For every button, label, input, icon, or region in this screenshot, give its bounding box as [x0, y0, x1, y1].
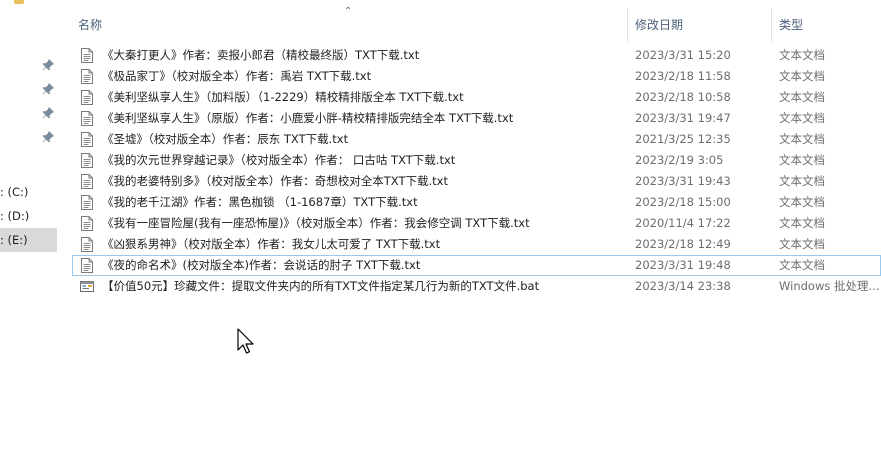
file-name: 《我的老婆特别多》（校对版全本）作者：奇想校对全本TXT下载.txt [102, 174, 448, 188]
file-row[interactable]: 【价值50元】珍藏文件：提取文件夹内的所有TXT文件指定某几行为新的TXT文件.… [72, 276, 881, 297]
file-modified-date: 2023/2/18 10:58 [635, 90, 731, 104]
file-modified-date: 2021/3/25 12:35 [635, 132, 731, 146]
file-name: 《凶狠系男神》（校对版全本）作者：我女儿太可爱了 TXT下载.txt [102, 237, 441, 251]
file-row[interactable]: 《我的次元世界穿越记录》（校对版全本）作者： 口古咕 TXT下载.txt 2023… [72, 150, 881, 171]
file-modified-date: 2023/3/31 15:20 [635, 48, 731, 62]
navigation-pane: : (C:) : (D:) : (E:) [0, 0, 60, 470]
file-type: 文本文档 [779, 237, 825, 251]
file-type: 文本文档 [779, 216, 825, 230]
file-type: 文本文档 [779, 132, 825, 146]
text-file-icon [80, 258, 94, 273]
file-type: 文本文档 [779, 69, 825, 83]
column-header-date[interactable]: 修改日期 [635, 8, 683, 42]
file-modified-date: 2023/3/31 19:48 [635, 258, 731, 272]
file-name: 《我的次元世界穿越记录》（校对版全本）作者： 口古咕 TXT下载.txt [102, 153, 456, 167]
drive-label: : (D:) [0, 209, 30, 223]
file-row[interactable]: 《夜的命名术》(校对版全本)作者：会说话的肘子 TXT下载.txt 2023/3/… [72, 255, 881, 276]
drive-label: : (C:) [0, 185, 29, 199]
file-name: 《大秦打更人》作者：卖报小郎君（精校最终版）TXT下载.txt [102, 48, 420, 62]
file-row[interactable]: 《大秦打更人》作者：卖报小郎君（精校最终版）TXT下载.txt 2023/3/31… [72, 45, 881, 66]
file-name: 《我有一座冒险屋(我有一座恐怖屋)》（校对版全本）作者：我会修空调 TXT下载.… [102, 216, 530, 230]
file-type: 文本文档 [779, 111, 825, 125]
column-header-type[interactable]: 类型 [779, 8, 803, 42]
file-modified-date: 2023/2/18 12:49 [635, 237, 731, 251]
file-type: 文本文档 [779, 174, 825, 188]
file-modified-date: 2023/2/19 3:05 [635, 153, 724, 167]
folder-icon [14, 0, 24, 4]
text-file-icon [80, 111, 94, 126]
pin-icon[interactable] [40, 81, 56, 97]
text-file-icon [80, 132, 94, 147]
text-file-icon [80, 195, 94, 210]
file-row[interactable]: 《美利坚纵享人生》（加料版）（1-2229）精校精排版全本 TXT下载.txt 2… [72, 87, 881, 108]
file-list: 《大秦打更人》作者：卖报小郎君（精校最终版）TXT下载.txt 2023/3/31… [72, 45, 881, 297]
file-modified-date: 2023/3/31 19:43 [635, 174, 731, 188]
file-type: Windows 批处理... [779, 279, 880, 293]
text-file-icon [80, 48, 94, 63]
mouse-cursor-icon [237, 328, 255, 356]
file-name: 《夜的命名术》(校对版全本)作者：会说话的肘子 TXT下载.txt [102, 258, 421, 272]
pin-icon[interactable] [40, 57, 56, 73]
file-modified-date: 2020/11/4 17:22 [635, 216, 731, 230]
drive-label: : (E:) [0, 233, 28, 247]
pin-icon[interactable] [40, 105, 56, 121]
text-file-icon [80, 153, 94, 168]
drive-item-e[interactable]: : (E:) [0, 228, 57, 252]
file-modified-date: 2023/2/18 15:00 [635, 195, 731, 209]
batch-file-icon [80, 279, 94, 294]
file-modified-date: 2023/2/18 11:58 [635, 69, 731, 83]
column-divider[interactable] [627, 8, 628, 42]
drive-item-c[interactable]: : (C:) [0, 180, 57, 204]
drive-item-d[interactable]: : (D:) [0, 204, 57, 228]
file-type: 文本文档 [779, 48, 825, 62]
sort-ascending-icon: ⌃ [344, 6, 353, 17]
text-file-icon [80, 69, 94, 84]
file-type: 文本文档 [779, 195, 825, 209]
file-modified-date: 2023/3/31 19:47 [635, 111, 731, 125]
file-row[interactable]: 《美利坚纵享人生》（原版）作者：小鹿爱小胖-精校精排版完结全本 TXT下载.tx… [72, 108, 881, 129]
text-file-icon [80, 174, 94, 189]
pin-icon[interactable] [40, 129, 56, 145]
text-file-icon [80, 90, 94, 105]
file-explorer-window: : (C:) : (D:) : (E:) ⌃ 名称 修改日期 类型 《大秦打更人… [0, 0, 881, 470]
file-row[interactable]: 《我有一座冒险屋(我有一座恐怖屋)》（校对版全本）作者：我会修空调 TXT下载.… [72, 213, 881, 234]
file-row[interactable]: 《我的老婆特别多》（校对版全本）作者：奇想校对全本TXT下载.txt 2023/3… [72, 171, 881, 192]
file-name: 《我的老千江湖》作者：黑色枷锁 （1-1687章）TXT下载.txt [102, 195, 418, 209]
file-modified-date: 2023/3/14 23:38 [635, 279, 731, 293]
file-name: 《圣墟》（校对版全本）作者：辰东 TXT下载.txt [102, 132, 349, 146]
file-row[interactable]: 《极品家丁》（校对版全本）作者：禹岩 TXT下载.txt 2023/2/18 11… [72, 66, 881, 87]
file-name: 【价值50元】珍藏文件：提取文件夹内的所有TXT文件指定某几行为新的TXT文件.… [102, 279, 540, 293]
file-type: 文本文档 [779, 90, 825, 104]
file-row[interactable]: 《凶狠系男神》（校对版全本）作者：我女儿太可爱了 TXT下载.txt 2023/2… [72, 234, 881, 255]
column-header-name[interactable]: 名称 [78, 8, 102, 42]
text-file-icon [80, 237, 94, 252]
text-file-icon [80, 216, 94, 231]
file-row[interactable]: 《圣墟》（校对版全本）作者：辰东 TXT下载.txt 2021/3/25 12:3… [72, 129, 881, 150]
file-type: 文本文档 [779, 153, 825, 167]
file-name: 《美利坚纵享人生》（原版）作者：小鹿爱小胖-精校精排版完结全本 TXT下载.tx… [102, 111, 514, 125]
column-divider[interactable] [771, 8, 772, 42]
file-type: 文本文档 [779, 258, 825, 272]
file-name: 《美利坚纵享人生》（加料版）（1-2229）精校精排版全本 TXT下载.txt [102, 90, 464, 104]
file-row[interactable]: 《我的老千江湖》作者：黑色枷锁 （1-1687章）TXT下载.txt 2023/2… [72, 192, 881, 213]
file-name: 《极品家丁》（校对版全本）作者：禹岩 TXT下载.txt [102, 69, 372, 83]
column-header: ⌃ 名称 修改日期 类型 [72, 6, 881, 42]
